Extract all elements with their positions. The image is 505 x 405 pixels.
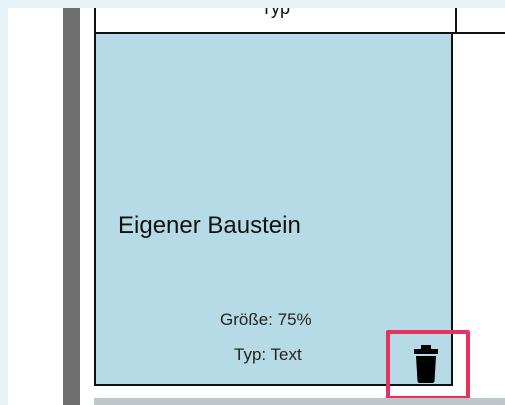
card-title: Eigener Baustein [118, 212, 301, 239]
horizontal-scrollbar[interactable] [94, 398, 505, 405]
left-scroll-rail [63, 8, 80, 405]
trash-icon [414, 345, 438, 383]
delete-button[interactable] [412, 345, 440, 383]
divider-line [455, 32, 505, 34]
card-type-label: Typ: Text [234, 345, 302, 364]
previous-block-label: Typ [260, 8, 290, 18]
card-size-label: Größe: 75% [220, 310, 312, 329]
previous-block[interactable]: Typ [94, 8, 457, 34]
page: Typ Eigener Baustein Größe: 75% Typ: Tex… [0, 0, 505, 405]
